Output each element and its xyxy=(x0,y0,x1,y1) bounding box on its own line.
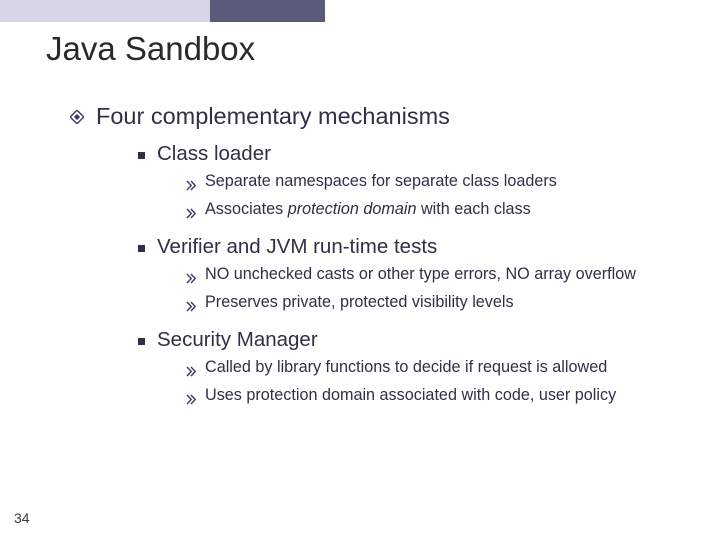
slide-body: Java Sandbox Four complementary mechanis… xyxy=(0,22,720,411)
text-pre: Uses protection domain associated with c… xyxy=(205,386,616,404)
text-pre: Preserves private, protected visibility … xyxy=(205,293,514,311)
square-bullet-icon xyxy=(138,245,145,252)
chevron-right-icon xyxy=(186,270,197,290)
chevron-right-icon xyxy=(186,363,197,383)
level3-text: Called by library functions to decide if… xyxy=(205,357,607,377)
level3-text: Uses protection domain associated with c… xyxy=(205,385,616,405)
items-container: Class loader Separate namespaces for sepa… xyxy=(46,142,698,411)
bullet-level3: Called by library functions to decide if… xyxy=(186,357,698,383)
level3-text: NO unchecked casts or other type errors,… xyxy=(205,264,636,284)
bullet-level2: Class loader xyxy=(138,142,698,166)
bullet-level3: Separate namespaces for separate class l… xyxy=(186,171,698,197)
top-accent-bar xyxy=(0,0,720,22)
bullet-level1: Four complementary mechanisms xyxy=(70,103,698,130)
text-pre: Called by library functions to decide if… xyxy=(205,358,607,376)
bullet-level3: Associates protection domain with each c… xyxy=(186,199,698,225)
accent-seg-light xyxy=(0,0,210,22)
level3-text: Separate namespaces for separate class l… xyxy=(205,171,557,191)
diamond-bullet-icon xyxy=(70,110,84,129)
chevron-right-icon xyxy=(186,391,197,411)
bullet-level2: Security Manager xyxy=(138,328,698,352)
square-bullet-icon xyxy=(138,338,145,345)
level2-text: Verifier and JVM run-time tests xyxy=(157,235,437,259)
level3-text: Associates protection domain with each c… xyxy=(205,199,531,219)
text-pre: Associates xyxy=(205,200,288,218)
bullet-level3: Uses protection domain associated with c… xyxy=(186,385,698,411)
bullet-level3: NO unchecked casts or other type errors,… xyxy=(186,264,698,290)
chevron-right-icon xyxy=(186,298,197,318)
bullet-level2: Verifier and JVM run-time tests xyxy=(138,235,698,259)
slide-title: Java Sandbox xyxy=(46,30,698,68)
accent-seg-dark xyxy=(210,0,325,22)
chevron-right-icon xyxy=(186,205,197,225)
page-number: 34 xyxy=(14,510,30,526)
level3-text: Preserves private, protected visibility … xyxy=(205,292,514,312)
level2-text: Security Manager xyxy=(157,328,318,352)
bullet-level3: Preserves private, protected visibility … xyxy=(186,292,698,318)
item-group: Security Manager Called by library functi… xyxy=(46,328,698,411)
level1-text: Four complementary mechanisms xyxy=(96,103,450,130)
text-post: with each class xyxy=(416,200,530,218)
accent-seg-white xyxy=(325,0,720,22)
item-group: Class loader Separate namespaces for sepa… xyxy=(46,142,698,225)
text-pre: NO unchecked casts or other type errors,… xyxy=(205,265,636,283)
square-bullet-icon xyxy=(138,152,145,159)
text-pre: Separate namespaces for separate class l… xyxy=(205,172,557,190)
text-italic: protection domain xyxy=(288,200,417,218)
level2-text: Class loader xyxy=(157,142,271,166)
chevron-right-icon xyxy=(186,177,197,197)
item-group: Verifier and JVM run-time tests NO unchec… xyxy=(46,235,698,318)
